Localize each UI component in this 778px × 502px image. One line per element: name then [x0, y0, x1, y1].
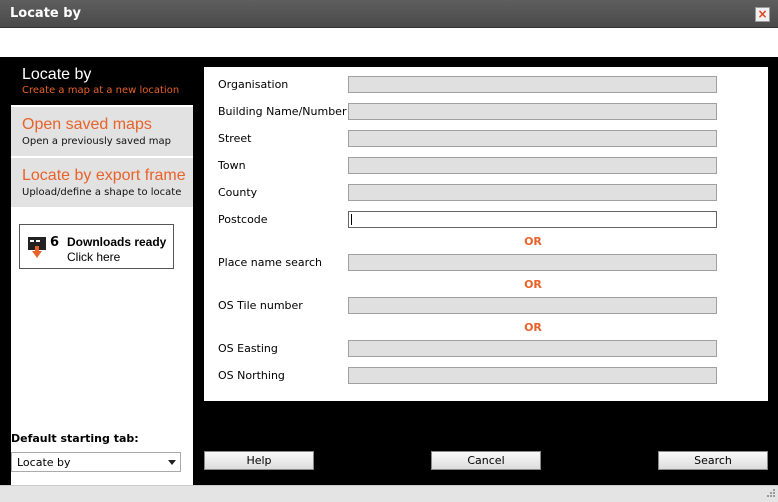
default-tab-select[interactable]: Locate by [11, 452, 181, 472]
status-bar [0, 485, 778, 502]
county-field[interactable] [348, 184, 717, 201]
downloads-ready-button[interactable]: 6 Downloads ready Click here [19, 224, 174, 269]
top-strip [0, 29, 778, 57]
os-easting-field[interactable] [348, 340, 717, 357]
search-button[interactable]: Search [658, 451, 768, 470]
title-bar: Locate by × [0, 0, 778, 28]
tab-title: Locate by [22, 66, 92, 83]
tab-locate-by[interactable]: Locate by Create a map at a new location [11, 57, 193, 105]
tab-subtitle: Create a map at a new location [22, 85, 180, 96]
locate-form: Organisation Building Name/Number Street… [204, 67, 768, 401]
tab-locate-by-export-frame[interactable]: Locate by export frame Upload/define a s… [11, 158, 193, 208]
os-tile-number-label: OS Tile number [218, 299, 303, 312]
os-northing-field[interactable] [348, 367, 717, 384]
tab-title: Locate by export frame [22, 167, 186, 184]
building-field[interactable] [348, 103, 717, 120]
os-northing-label: OS Northing [218, 369, 285, 382]
or-separator: OR [524, 278, 542, 291]
chevron-down-icon [168, 460, 176, 465]
tab-title: Open saved maps [22, 116, 152, 133]
main-panel: Locate by Create a map at a new location… [0, 57, 778, 485]
close-icon[interactable]: × [755, 7, 770, 22]
or-separator: OR [524, 321, 542, 334]
organisation-label: Organisation [218, 78, 289, 91]
tab-subtitle: Open a previously saved map [22, 136, 171, 147]
resize-grip-icon[interactable] [764, 488, 776, 500]
organisation-field[interactable] [348, 76, 717, 93]
cancel-button[interactable]: Cancel [431, 451, 541, 470]
county-label: County [218, 186, 258, 199]
downloads-count: 6 [50, 235, 60, 250]
town-field[interactable] [348, 157, 717, 174]
building-label: Building Name/Number [218, 105, 347, 118]
place-name-search-label: Place name search [218, 256, 322, 269]
tab-open-saved-maps[interactable]: Open saved maps Open a previously saved … [11, 107, 193, 157]
place-name-search-field[interactable] [348, 254, 717, 271]
default-tab-value: Locate by [17, 456, 71, 469]
os-easting-label: OS Easting [218, 342, 278, 355]
downloads-link[interactable]: Click here [67, 250, 120, 264]
default-tab-label: Default starting tab: [11, 432, 139, 445]
postcode-label: Postcode [218, 213, 268, 226]
town-label: Town [218, 159, 246, 172]
postcode-field[interactable] [348, 211, 717, 228]
os-tile-number-field[interactable] [348, 297, 717, 314]
downloads-title: Downloads ready [67, 235, 167, 249]
download-icon [28, 237, 46, 258]
tab-subtitle: Upload/define a shape to locate [22, 187, 182, 198]
sidebar: Locate by Create a map at a new location… [11, 57, 193, 485]
help-button[interactable]: Help [204, 451, 314, 470]
street-field[interactable] [348, 130, 717, 147]
window-title: Locate by [10, 6, 82, 21]
or-separator: OR [524, 235, 542, 248]
street-label: Street [218, 132, 252, 145]
